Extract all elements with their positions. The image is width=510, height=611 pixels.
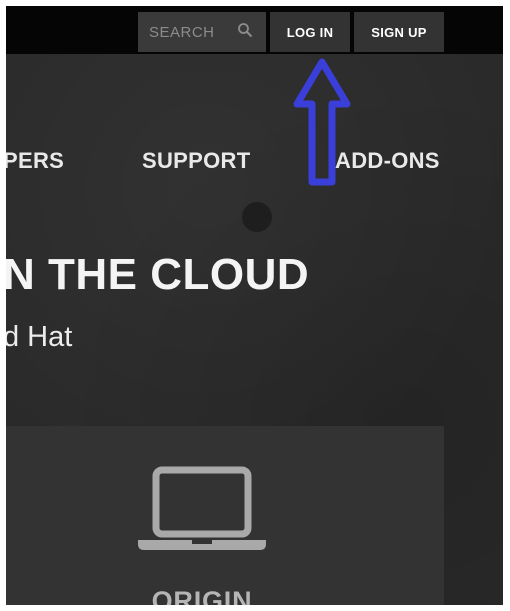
card-label: ORIGIN — [151, 586, 253, 605]
signup-button[interactable]: SIGN UP — [354, 12, 444, 52]
search-input[interactable]: SEARCH — [138, 12, 266, 52]
decorative-circle — [242, 202, 272, 232]
origin-card[interactable]: ORIGIN — [6, 426, 444, 605]
login-button[interactable]: LOG IN — [270, 12, 350, 52]
top-bar: SEARCH LOG IN SIGN UP — [6, 6, 503, 54]
hero-subtitle: d Hat — [6, 321, 73, 353]
page-frame: SEARCH LOG IN SIGN UP PERS SUPPORT ADD-O… — [6, 6, 503, 605]
search-placeholder: SEARCH — [149, 23, 215, 41]
nav-item-support[interactable]: SUPPORT — [142, 148, 250, 174]
laptop-icon — [136, 466, 268, 556]
search-icon[interactable] — [237, 22, 253, 38]
up-arrow-icon — [291, 58, 353, 188]
hero-title: N THE CLOUD — [6, 250, 310, 299]
nav-item-developers[interactable]: PERS — [6, 148, 64, 174]
